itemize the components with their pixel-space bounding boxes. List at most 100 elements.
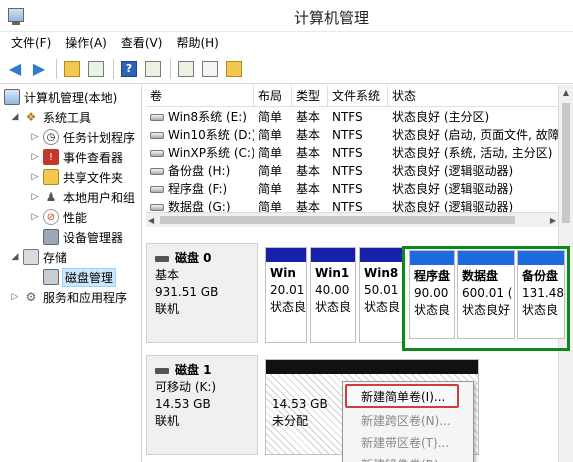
- menu-new-mirrored-volume[interactable]: 新建镜像卷(R)...: [343, 454, 473, 462]
- help-button[interactable]: ?: [118, 58, 140, 80]
- properties-button[interactable]: [199, 58, 221, 80]
- scroll-right-icon[interactable]: ▶: [550, 213, 556, 228]
- refresh-icon: [178, 60, 194, 77]
- column-header-filesystem[interactable]: 文件系统: [328, 85, 388, 107]
- tree-item-event-viewer[interactable]: ▷ ! 事件查看器: [30, 147, 123, 167]
- drive-icon: [150, 150, 164, 157]
- toolbar-separator: [170, 58, 171, 79]
- tree-item-system-tools[interactable]: ◢ ❖ 系统工具: [10, 107, 91, 127]
- refresh-button[interactable]: [175, 58, 197, 80]
- storage-icon: [23, 249, 39, 265]
- volume-name: WinXP系统 (C:): [168, 146, 254, 160]
- volume-type: 基本: [296, 146, 321, 160]
- tree-item-local-users[interactable]: ▷ ♟ 本地用户和组: [30, 187, 135, 207]
- volume-row[interactable]: 备份盘 (H:) 简单 基本 NTFS 状态良好 (逻辑驱动器): [146, 162, 558, 180]
- partition-data[interactable]: 数据盘 600.01 (状态良好: [457, 250, 515, 339]
- collapse-arrow-icon[interactable]: ◢: [10, 252, 20, 262]
- scroll-left-icon[interactable]: ◀: [148, 213, 154, 228]
- disk-1-info[interactable]: 磁盘 1 可移动 (K:) 14.53 GB 联机: [146, 355, 258, 455]
- expand-arrow-icon[interactable]: ▷: [30, 132, 40, 142]
- disk-state: 联机: [155, 414, 180, 428]
- column-header-layout[interactable]: 布局: [254, 85, 292, 107]
- tree-item-storage[interactable]: ◢ 存储: [10, 247, 67, 267]
- scrollbar-thumb[interactable]: [160, 216, 515, 224]
- tree-item-performance[interactable]: ▷ ⊘ 性能: [30, 207, 87, 227]
- menu-help[interactable]: 帮助(H): [169, 32, 225, 54]
- column-header-volume[interactable]: 卷: [146, 85, 254, 107]
- expand-arrow-icon[interactable]: ▷: [10, 292, 20, 302]
- tree-item-disk-management[interactable]: 磁盘管理: [43, 267, 117, 287]
- menu-bar: 文件(F) 操作(A) 查看(V) 帮助(H): [0, 32, 573, 54]
- volume-list-header: 卷 布局 类型 文件系统 状态: [146, 85, 558, 107]
- event-viewer-icon: !: [43, 149, 59, 165]
- back-button[interactable]: ◀: [4, 58, 26, 80]
- menu-new-spanned-volume[interactable]: 新建跨区卷(N)...: [343, 410, 473, 432]
- partition-win1[interactable]: Win1 40.00 状态良: [310, 247, 356, 343]
- menu-view[interactable]: 查看(V): [114, 32, 170, 54]
- settings-icon: [226, 60, 242, 77]
- volume-row[interactable]: WinXP系统 (C:) 简单 基本 NTFS 状态良好 (系统, 活动, 主分…: [146, 144, 558, 162]
- show-hide-tree-button[interactable]: [85, 58, 107, 80]
- volume-layout: 简单: [258, 182, 283, 196]
- toolbar-separator: [113, 58, 114, 79]
- up-folder-button[interactable]: [61, 58, 83, 80]
- drive-icon: [150, 204, 164, 211]
- volume-row[interactable]: 程序盘 (F:) 简单 基本 NTFS 状态良好 (逻辑驱动器): [146, 180, 558, 198]
- volume-status: 状态良好 (逻辑驱动器): [392, 182, 514, 196]
- drive-icon: [150, 168, 164, 175]
- expand-arrow-icon[interactable]: ▷: [30, 152, 40, 162]
- tree-item-shared-folders[interactable]: ▷ 共享文件夹: [30, 167, 123, 187]
- menu-file[interactable]: 文件(F): [4, 32, 58, 54]
- volume-row[interactable]: Win8系统 (E:) 简单 基本 NTFS 状态良好 (主分区): [146, 108, 558, 126]
- action-pane-icon: [145, 60, 161, 77]
- action-pane-button[interactable]: [142, 58, 164, 80]
- partition-backup[interactable]: 备份盘 131.48 状态良: [517, 250, 565, 339]
- scroll-up-icon[interactable]: ▲: [559, 85, 573, 101]
- expand-arrow-icon[interactable]: ▷: [30, 192, 40, 202]
- volume-type: 基本: [296, 164, 321, 178]
- forward-button[interactable]: ▶: [28, 58, 50, 80]
- scrollbar-thumb[interactable]: [562, 103, 570, 223]
- volume-filesystem: NTFS: [332, 146, 363, 160]
- performance-icon: ⊘: [43, 209, 59, 225]
- expand-arrow-icon[interactable]: ▷: [30, 212, 40, 222]
- partition-win[interactable]: Win 20.01 状态良: [265, 247, 307, 343]
- menu-new-striped-volume[interactable]: 新建带区卷(T)...: [343, 432, 473, 454]
- disk-name: 磁盘 0: [175, 251, 212, 265]
- expand-arrow-icon[interactable]: ▷: [30, 172, 40, 182]
- tree-item-services-apps[interactable]: ▷ ⚙ 服务和应用程序: [10, 287, 127, 307]
- title-bar: 计算机管理: [0, 0, 573, 32]
- settings-button[interactable]: [223, 58, 245, 80]
- volume-layout: 简单: [258, 146, 283, 160]
- volume-name: Win8系统 (E:): [168, 110, 247, 124]
- properties-icon: [202, 60, 218, 77]
- shared-folder-icon: [43, 169, 59, 185]
- tree-item-device-manager[interactable]: 设备管理器: [43, 227, 123, 247]
- disk-size: 931.51 GB: [155, 285, 219, 299]
- collapse-arrow-icon[interactable]: ◢: [10, 112, 20, 122]
- volume-status: 状态良好 (系统, 活动, 主分区): [392, 146, 553, 160]
- volume-row[interactable]: Win10系统 (D:) 简单 基本 NTFS 状态良好 (启动, 页面文件, …: [146, 126, 558, 144]
- toolbar: ◀ ▶ ?: [0, 54, 573, 84]
- volume-list-horizontal-scrollbar[interactable]: ◀ ▶: [146, 212, 558, 227]
- disk-name: 磁盘 1: [175, 363, 212, 377]
- context-menu: 新建简单卷(I)... 新建跨区卷(N)... 新建带区卷(T)... 新建镜像…: [342, 381, 474, 462]
- services-icon: ⚙: [25, 290, 37, 304]
- volume-filesystem: NTFS: [332, 128, 363, 142]
- volume-filesystem: NTFS: [332, 164, 363, 178]
- drive-icon: [150, 132, 164, 139]
- folder-up-icon: [64, 60, 80, 77]
- column-header-status[interactable]: 状态: [388, 85, 558, 107]
- tools-icon: ❖: [25, 110, 37, 124]
- volume-status: 状态良好 (启动, 页面文件, 故障: [392, 128, 558, 142]
- tree-item-task-scheduler[interactable]: ▷ ◷ 任务计划程序: [30, 127, 135, 147]
- volume-type: 基本: [296, 110, 321, 124]
- partition-program[interactable]: 程序盘 90.00 状态良: [409, 250, 455, 339]
- volume-name: 程序盘 (F:): [168, 182, 228, 196]
- column-header-type[interactable]: 类型: [292, 85, 328, 107]
- partition-win8[interactable]: Win8 50.01 状态良: [359, 247, 404, 343]
- menu-new-simple-volume[interactable]: 新建简单卷(I)...: [343, 386, 473, 408]
- menu-action[interactable]: 操作(A): [58, 32, 114, 54]
- tree-item-root[interactable]: 计算机管理(本地): [4, 87, 117, 107]
- disk-0-info[interactable]: 磁盘 0 基本 931.51 GB 联机: [146, 243, 258, 343]
